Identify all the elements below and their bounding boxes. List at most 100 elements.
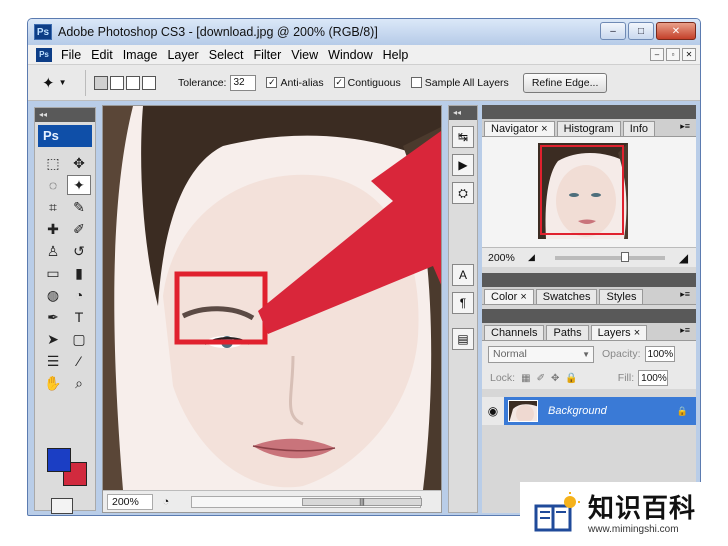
horizontal-scrollbar[interactable]: ||| <box>191 495 422 508</box>
eye-icon[interactable]: ◉ <box>482 404 504 418</box>
lock-all-icon[interactable]: 🔒 <box>565 373 577 384</box>
tolerance-input[interactable]: 32 <box>230 74 257 91</box>
menu-app-icon[interactable]: Ps <box>36 47 52 62</box>
doc-close-button[interactable]: ✕ <box>682 48 696 61</box>
fill-input[interactable]: 100% <box>638 370 669 386</box>
lock-image-icon[interactable]: ✐ <box>537 373 545 384</box>
menu-filter[interactable]: Filter <box>250 48 288 62</box>
maximize-button[interactable]: □ <box>628 22 654 40</box>
sample-all-layers-checkbox[interactable] <box>410 77 422 88</box>
pen-tool[interactable]: ✒ <box>41 307 65 327</box>
new-selection-button[interactable] <box>94 75 108 90</box>
dock-button-tool-presets[interactable]: ⛭ <box>452 182 474 204</box>
navigator-zoom-slider[interactable] <box>554 251 665 262</box>
panels-header[interactable] <box>482 105 696 119</box>
lasso-tool[interactable]: ◌ <box>41 175 65 195</box>
hand-tool[interactable]: ✋ <box>41 373 65 393</box>
menu-help[interactable]: Help <box>380 48 416 62</box>
toolbox-collapse[interactable]: ◂◂ <box>35 108 95 122</box>
tab-paths[interactable]: Paths <box>546 325 589 340</box>
intersect-selection-button[interactable] <box>142 75 156 90</box>
layer-row-background[interactable]: ◉ Background 🔒 <box>482 397 696 425</box>
title-bar[interactable]: Ps Adobe Photoshop CS3 - [download.jpg @… <box>28 19 700 45</box>
dock-collapse[interactable]: ◂◂ <box>449 106 477 120</box>
type-tool[interactable]: T <box>67 307 91 327</box>
horizontal-scroll-thumb[interactable]: ||| <box>302 497 422 506</box>
dock-button-actions[interactable]: ▶ <box>452 154 474 176</box>
tab-styles[interactable]: Styles <box>599 289 644 304</box>
layer-selected[interactable]: Background 🔒 <box>504 397 696 425</box>
photo-image[interactable] <box>103 106 441 490</box>
shape-tool[interactable]: ▢ <box>67 329 91 349</box>
menu-select[interactable]: Select <box>206 48 251 62</box>
close-button[interactable]: ✕ <box>656 22 696 40</box>
dodge-tool[interactable]: ◔ <box>67 285 91 305</box>
lock-position-icon[interactable]: ✥ <box>551 373 559 384</box>
navigator-zoom-value[interactable]: 200% <box>488 252 528 264</box>
gradient-tool[interactable]: ▮ <box>67 263 91 283</box>
doc-minimize-button[interactable]: – <box>650 48 664 61</box>
tool-preset-picker[interactable]: ✦ ▼ <box>38 69 86 96</box>
refine-edge-button[interactable]: Refine Edge... <box>522 72 608 93</box>
opacity-input[interactable]: 100% <box>644 346 675 362</box>
blend-mode-select[interactable]: Normal ▼ <box>488 345 594 363</box>
tab-histogram[interactable]: Histogram <box>556 121 621 136</box>
dock-button-paragraph[interactable]: ¶ <box>452 292 474 314</box>
subtract-selection-button[interactable] <box>126 75 140 90</box>
brush-tool[interactable]: ✐ <box>67 219 91 239</box>
stamp-tool[interactable]: ♙ <box>41 241 65 261</box>
canvas-zoom-field[interactable]: 200% <box>107 493 153 510</box>
crop-tool[interactable]: ⌗ <box>41 197 65 217</box>
tab-navigator[interactable]: Navigator × <box>484 121 555 136</box>
antialias-checkbox[interactable]: ✓ <box>266 77 278 88</box>
tab-swatches[interactable]: Swatches <box>535 289 598 304</box>
menu-view[interactable]: View <box>288 48 325 62</box>
navigator-preview[interactable] <box>482 137 696 247</box>
notes-tool[interactable]: ☰ <box>41 351 65 371</box>
menu-image[interactable]: Image <box>120 48 165 62</box>
zoom-in-icon[interactable]: ◢ <box>679 251 688 265</box>
layers-panel-menu-icon[interactable]: ▸≡ <box>680 325 690 336</box>
move-tool[interactable]: ✥ <box>67 153 91 173</box>
blur-tool[interactable]: ◍ <box>41 285 65 305</box>
minimize-button[interactable]: – <box>600 22 626 40</box>
foreground-color-swatch[interactable] <box>47 448 71 472</box>
panel-menu-icon[interactable]: ▸≡ <box>680 121 690 132</box>
layers-panel-header[interactable] <box>482 309 696 323</box>
doc-restore-button[interactable]: ▫ <box>666 48 680 61</box>
navigator-view-box[interactable] <box>540 145 624 235</box>
lock-transparent-icon[interactable]: ▦ <box>521 373 530 384</box>
path-select-tool[interactable]: ➤ <box>41 329 65 349</box>
status-info-icon[interactable]: ◔ <box>159 495 173 509</box>
zoom-out-icon[interactable]: ◢ <box>528 252 535 263</box>
panels-column: Navigator × Histogram Info ▸≡ 200% ◢ ◢ C… <box>482 105 696 513</box>
navigator-zoom-knob[interactable] <box>620 251 629 262</box>
dock-button-character[interactable]: A <box>452 264 474 286</box>
toolbox-badge: Ps <box>38 125 92 147</box>
document-canvas[interactable]: 200% ◔ ||| <box>102 105 442 513</box>
history-brush-tool[interactable]: ↺ <box>67 241 91 261</box>
dock-button-layer-comps[interactable]: ▤ <box>452 328 474 350</box>
tab-info[interactable]: Info <box>622 121 656 136</box>
eraser-tool[interactable]: ▭ <box>41 263 65 283</box>
color-panel-menu-icon[interactable]: ▸≡ <box>680 289 690 300</box>
tab-layers[interactable]: Layers × <box>590 325 648 340</box>
eyedropper-tool[interactable]: ⁄ <box>67 351 91 371</box>
contiguous-checkbox[interactable]: ✓ <box>333 77 345 88</box>
menu-edit[interactable]: Edit <box>88 48 120 62</box>
zoom-tool[interactable]: ⌕ <box>67 373 91 393</box>
color-panel-header[interactable] <box>482 273 696 287</box>
tab-color[interactable]: Color × <box>484 289 534 304</box>
add-selection-button[interactable] <box>110 75 124 90</box>
slice-tool[interactable]: ✎ <box>67 197 91 217</box>
menu-layer[interactable]: Layer <box>164 48 205 62</box>
dock-button-history[interactable]: ↹ <box>452 126 474 148</box>
healing-tool[interactable]: ✚ <box>41 219 65 239</box>
menu-window[interactable]: Window <box>325 48 379 62</box>
quick-mask-button[interactable] <box>51 498 73 514</box>
magic-wand-tool[interactable]: ✦ <box>67 175 91 195</box>
tab-channels[interactable]: Channels <box>484 325 545 340</box>
marquee-tool[interactable]: ⬚ <box>41 153 65 173</box>
menu-file[interactable]: File <box>58 48 88 62</box>
layer-lock-icon: 🔒 <box>676 405 688 416</box>
